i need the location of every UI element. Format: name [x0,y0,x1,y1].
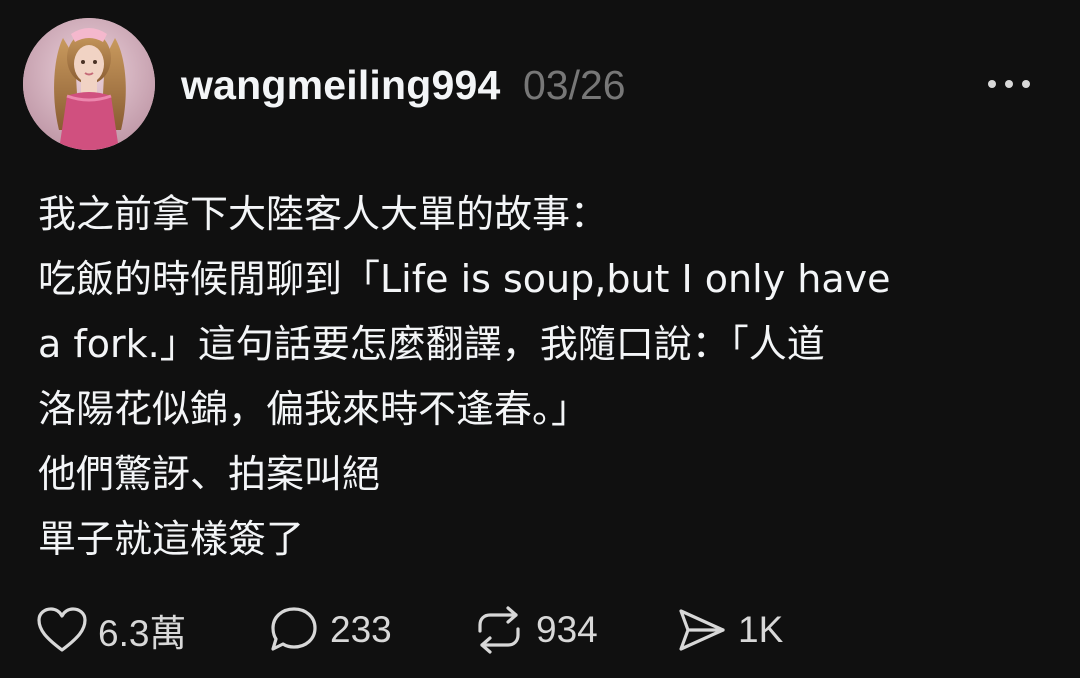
post-line: a fork.」這句話要怎麼翻譯，我隨口說：「人道 [38,322,825,366]
avatar[interactable] [23,18,155,150]
post-line: 單子就這樣簽了 [38,517,305,561]
post-body: 我之前拿下大陸客人大單的故事： 吃飯的時候閒聊到「Life is soup,bu… [38,182,1048,572]
repost-count: 934 [536,609,598,650]
like-count: 6.3萬 [98,613,187,654]
action-bar: 6.3萬 233 934 1K [36,600,836,660]
post-date: 03/26 [523,62,626,108]
share-count: 1K [738,609,784,650]
avatar-image [23,18,155,150]
post-line: 我之前拿下大陸客人大單的故事： [38,192,609,236]
comment-icon [271,607,317,651]
username[interactable]: wangmeiling994 [181,60,501,110]
post-line: 他們驚訝、拍案叫絕 [38,452,381,496]
post-line: 洛陽花似錦，偏我來時不逢春。」 [38,387,590,431]
repost-button[interactable]: 934 [472,600,598,660]
post-line: 吃飯的時候閒聊到「Life is soup,but I only have [38,257,891,301]
more-horizontal-icon [988,80,1030,88]
share-button[interactable]: 1K [676,600,783,660]
comment-button[interactable]: 233 [268,600,392,660]
like-button[interactable]: 6.3萬 [36,600,186,660]
send-icon [679,609,725,651]
comment-count: 233 [330,609,392,650]
repost-icon [478,606,520,654]
heart-icon [37,607,87,652]
more-options-button[interactable] [980,66,1038,102]
